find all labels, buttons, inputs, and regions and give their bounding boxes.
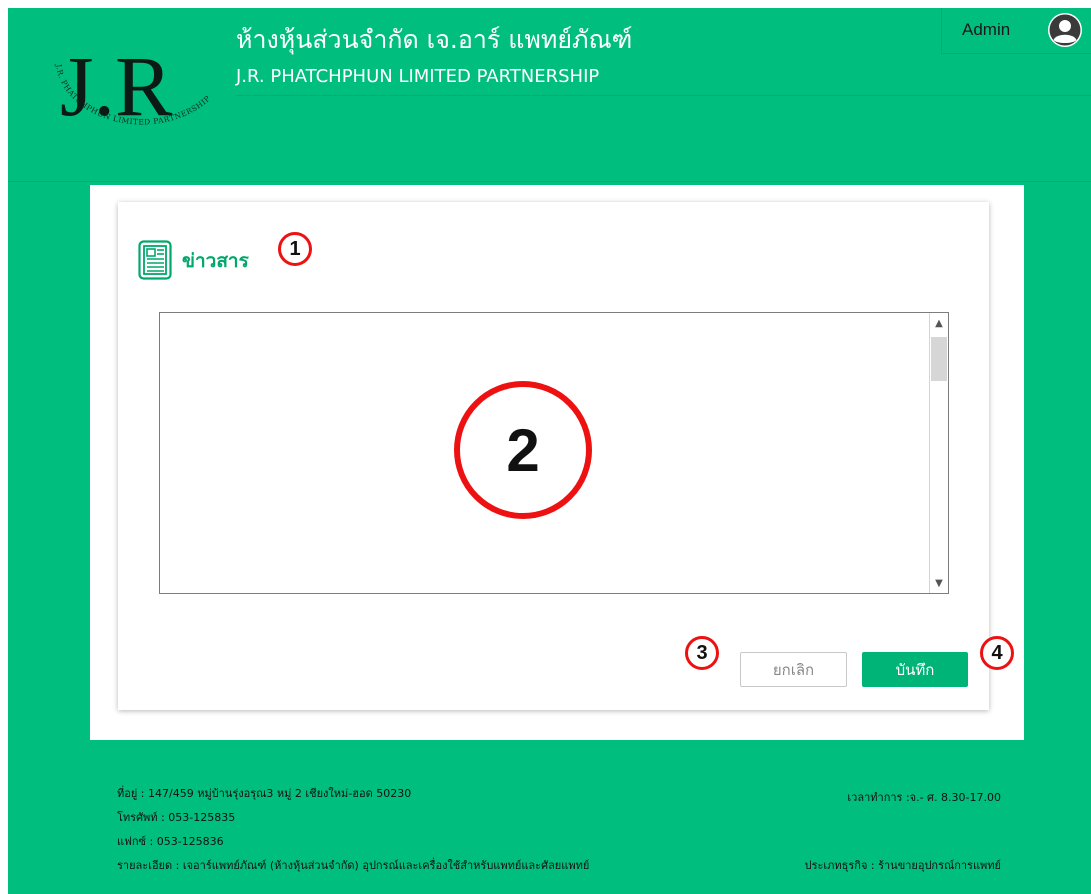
company-logo: J.R. PHATCHPHUN LIMITED PARTNERSHIP J.R — [38, 20, 238, 160]
annotation-marker-2: 2 — [454, 381, 592, 519]
save-button[interactable]: บันทึก — [862, 652, 968, 687]
company-name-english: J.R. PHATCHPHUN LIMITED PARTNERSHIP — [236, 66, 600, 87]
footer-fax: แฟกซ์ : 053-125836 — [117, 835, 224, 848]
company-name-thai: ห้างหุ้นส่วนจำกัด เจ.อาร์ แพทย์ภัณฑ์ — [236, 25, 633, 54]
user-menu[interactable]: Admin — [941, 8, 1091, 54]
cancel-button[interactable]: ยกเลิก — [740, 652, 847, 687]
svg-text:J.R: J.R — [60, 38, 173, 134]
newspaper-icon — [138, 240, 172, 280]
news-card: ข่าวสาร 1 ▲ ▼ 2 3 ยกเลิก บันทึก 4 — [118, 202, 1014, 710]
user-avatar-icon[interactable] — [1047, 12, 1083, 48]
scroll-up-arrow-icon[interactable]: ▲ — [930, 314, 948, 332]
annotation-marker-3: 3 — [685, 636, 719, 670]
user-name-label: Admin — [962, 20, 1011, 39]
footer-hours: เวลาทำการ :จ.- ศ. 8.30-17.00 — [847, 791, 1001, 804]
footer-address: ที่อยู่ : 147/459 หมู่บ้านรุ่งอรุณ3 หมู่… — [117, 787, 412, 800]
textarea-scrollbar[interactable]: ▲ ▼ — [929, 313, 948, 593]
footer-details: รายละเอียด : เจอาร์แพทย์ภัณฑ์ (ห้างหุ้นส… — [117, 859, 590, 872]
scroll-down-arrow-icon[interactable]: ▼ — [930, 574, 948, 592]
news-title: ข่าวสาร — [182, 250, 249, 272]
annotation-marker-4: 4 — [980, 636, 1014, 670]
news-textarea-container: ▲ ▼ 2 — [159, 312, 949, 594]
main-panel: ข่าวสาร 1 ▲ ▼ 2 3 ยกเลิก บันทึก 4 — [90, 185, 1024, 740]
footer-business-type: ประเภทธุรกิจ : ร้านขายอุปกรณ์การแพทย์ — [804, 859, 1001, 872]
app-frame: J.R. PHATCHPHUN LIMITED PARTNERSHIP J.R … — [8, 8, 1091, 894]
footer: ที่อยู่ : 147/459 หมู่บ้านรุ่งอรุณ3 หมู่… — [8, 750, 1091, 894]
annotation-marker-1: 1 — [278, 232, 312, 266]
header-divider — [236, 95, 1091, 96]
scroll-thumb[interactable] — [931, 337, 947, 381]
footer-phone: โทรศัพท์ : 053-125835 — [117, 811, 236, 824]
header: J.R. PHATCHPHUN LIMITED PARTNERSHIP J.R … — [8, 8, 1091, 182]
